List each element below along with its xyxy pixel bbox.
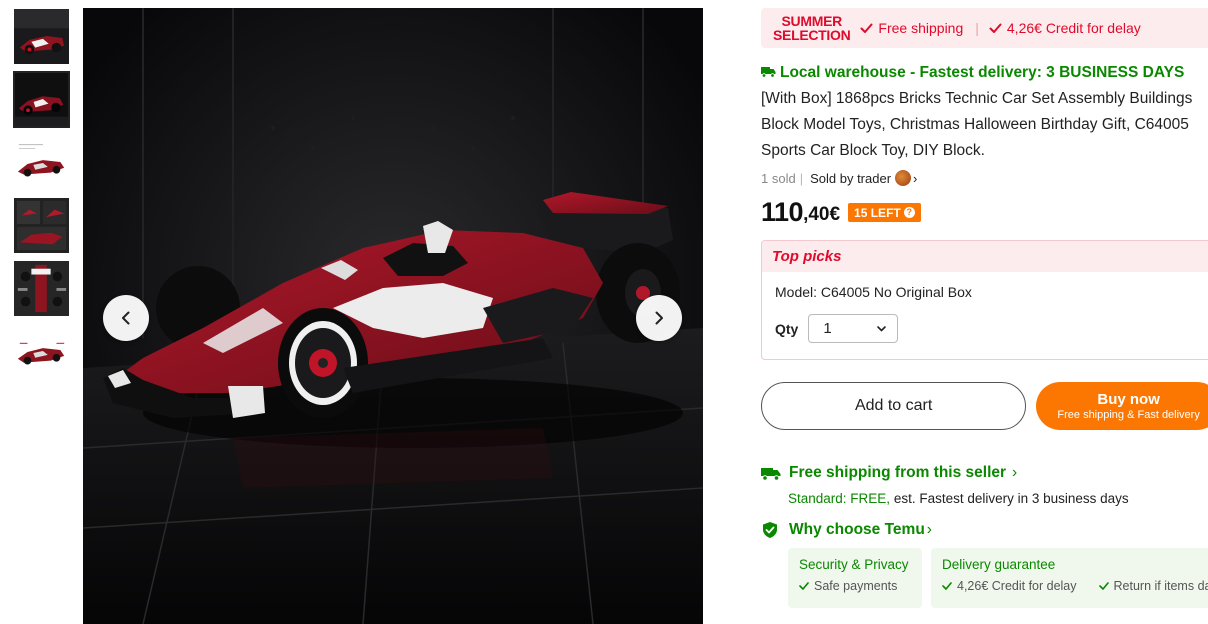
buy-now-button[interactable]: Buy now Free shipping & Fast delivery — [1036, 382, 1208, 430]
quantity-value: 1 — [823, 320, 832, 337]
summer-selection-badge: SUMMER SELECTION — [773, 13, 851, 43]
thumbnail-2[interactable] — [13, 71, 70, 128]
seller-avatar[interactable] — [895, 170, 912, 186]
why-choose-temu-link[interactable]: Why choose Temu › — [761, 521, 1208, 539]
thumbnail-3[interactable] — [13, 134, 70, 191]
price-decimal: ,40€ — [803, 204, 841, 225]
promo-separator: | — [975, 20, 979, 36]
promo-banner: SUMMER SELECTION Free shipping | 4,26€ C… — [761, 8, 1208, 48]
product-title: Local warehouse - Fastest delivery: 3 BU… — [761, 60, 1208, 164]
return-damaged-text: Return if items damaged — [1113, 579, 1208, 593]
chevron-right-icon[interactable]: › — [913, 171, 917, 186]
price-row: 110 ,40€ 15 LEFT ? — [761, 198, 1208, 226]
shipping-details: Standard: FREE, est. Fastest delivery in… — [788, 491, 1208, 506]
thumbnail-6[interactable] — [13, 323, 70, 380]
summer-line-2: SELECTION — [773, 27, 851, 43]
delivery-guarantee-title: Delivery guarantee — [942, 557, 1056, 572]
thumbnail-5[interactable] — [13, 260, 70, 317]
delivery-guarantee-card[interactable]: Delivery guarantee 4,26€ Credit for dela… — [931, 548, 1208, 608]
safe-payments-item: Safe payments — [799, 579, 897, 593]
standard-shipping-text: est. Fastest delivery in 3 business days — [890, 491, 1129, 506]
thumbnail-4[interactable] — [13, 197, 70, 254]
free-shipping-heading: Free shipping from this seller — [789, 464, 1007, 481]
chevron-down-icon — [877, 326, 887, 332]
return-damaged-item: Return if items damaged — [1098, 579, 1208, 593]
checkmark-icon — [942, 582, 952, 590]
top-picks-panel: Top picks Model: C64005 No Original Box … — [761, 240, 1208, 360]
chevron-right-icon: › — [926, 521, 932, 538]
safe-payments-text: Safe payments — [814, 579, 898, 593]
checkmark-icon — [860, 23, 873, 33]
free-shipping-perk: Free shipping — [860, 20, 963, 36]
chevron-right-icon: › — [1012, 464, 1018, 481]
stock-left-text: 15 LEFT — [854, 205, 901, 220]
standard-shipping-label: Standard: FREE, — [788, 491, 891, 506]
chevron-left-icon — [122, 311, 130, 325]
add-to-cart-button[interactable]: Add to cart — [761, 382, 1027, 430]
quantity-row: Qty 1 — [775, 314, 1207, 343]
checkmark-icon — [989, 23, 1002, 33]
buy-now-subtext: Free shipping & Fast delivery — [1057, 409, 1200, 421]
credit-for-delay-perk: 4,26€ Credit for delay — [989, 20, 1141, 36]
qty-label: Qty — [775, 320, 799, 337]
credit-for-delay-text: 4,26€ Credit for delay — [1006, 20, 1141, 36]
previous-image-button[interactable] — [103, 295, 149, 341]
next-image-button[interactable] — [636, 295, 682, 341]
product-title-text: [With Box] 1868pcs Bricks Technic Car Se… — [761, 90, 1193, 159]
seller-link[interactable]: Sold by trader — [810, 171, 891, 186]
stock-left-badge[interactable]: 15 LEFT ? — [848, 203, 921, 222]
meta-separator: | — [799, 170, 804, 186]
thumbnail-1[interactable] — [13, 8, 70, 65]
top-picks-heading: Top picks — [762, 241, 1208, 272]
main-product-image — [83, 8, 703, 624]
credit-delay-text: 4,26€ Credit for delay — [957, 579, 1077, 593]
local-warehouse-label: Local warehouse - Fastest delivery: 3 BU… — [761, 64, 1184, 81]
security-privacy-title: Security & Privacy — [799, 557, 909, 572]
why-choose-heading: Why choose Temu — [789, 521, 925, 538]
top-picks-body: Model: C64005 No Original Box Qty 1 — [762, 272, 1208, 355]
checkmark-icon — [1098, 582, 1109, 590]
action-buttons: Add to cart Buy now Free shipping & Fast… — [761, 382, 1208, 430]
sold-count: 1 sold — [761, 170, 796, 186]
summer-line-1: SUMMER — [781, 13, 843, 29]
thumbnail-strip — [13, 8, 70, 386]
chevron-right-icon — [655, 311, 663, 325]
buy-now-label: Buy now — [1097, 391, 1160, 408]
shield-check-icon — [763, 522, 777, 538]
model-label: Model: C64005 No Original Box — [775, 284, 972, 300]
security-privacy-card[interactable]: Security & Privacy Safe payments — [788, 548, 922, 608]
local-warehouse-text: Local warehouse - Fastest delivery: 3 BU… — [780, 64, 1185, 81]
free-shipping-link[interactable]: Free shipping from this seller › — [761, 464, 1208, 482]
product-info-panel: SUMMER SELECTION Free shipping | 4,26€ C… — [761, 8, 1208, 608]
help-icon: ? — [903, 207, 915, 218]
credit-delay-item: 4,26€ Credit for delay — [942, 579, 1077, 593]
delivery-truck-icon — [761, 467, 781, 481]
guarantee-cards: Security & Privacy Safe payments Deliver… — [788, 548, 1208, 608]
quantity-select[interactable]: 1 — [808, 314, 899, 343]
product-photo — [83, 8, 703, 624]
free-shipping-text: Free shipping — [878, 20, 964, 36]
price-integer: 110 — [761, 197, 804, 227]
checkmark-icon — [799, 582, 809, 590]
product-meta: 1 sold | Sold by trader › — [761, 170, 1208, 186]
delivery-truck-icon — [761, 67, 776, 78]
